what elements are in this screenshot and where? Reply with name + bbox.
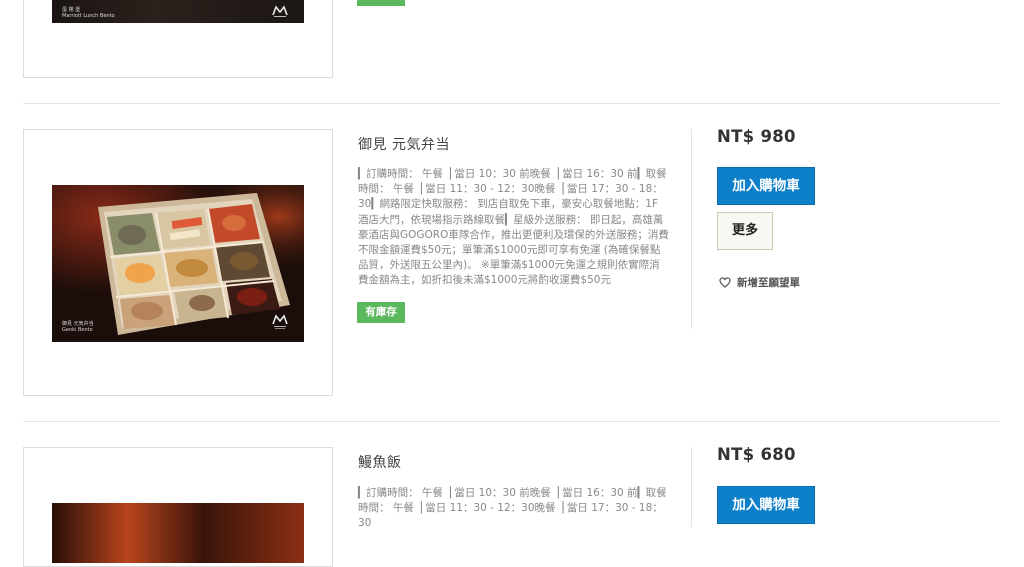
product-price: NT$ 680 <box>717 445 796 464</box>
stock-badge: 有庫存 <box>357 302 405 323</box>
product-image-frame[interactable]: 御見 元気弁当 Genki Bento <box>23 129 333 396</box>
product-description: ▎訂購時間： 午餐▕ 當日 10：30 前晚餐▕ 當日 16：30 前▎取餐時間… <box>358 487 667 530</box>
product-divider <box>23 421 1000 422</box>
column-divider <box>691 129 692 329</box>
heart-outline-icon <box>719 277 731 288</box>
bento-illustration <box>52 185 304 342</box>
column-divider <box>691 447 692 527</box>
photo-caption: 蛋 捲 堡 Marriott Lunch Bento <box>62 7 115 19</box>
more-button[interactable]: 更多 <box>717 212 773 250</box>
product-photo: 蛋 捲 堡 Marriott Lunch Bento <box>52 0 304 23</box>
add-to-cart-button[interactable]: 加入購物車 <box>717 167 815 205</box>
add-to-wishlist-link[interactable]: 新增至願望單 <box>719 275 800 290</box>
marriott-logo-icon <box>272 5 288 17</box>
product-image-frame[interactable] <box>23 447 333 567</box>
product-title[interactable]: 鰻魚飯 <box>358 452 402 472</box>
product-divider <box>23 103 1000 104</box>
product-description: ▎訂購時間： 午餐▕ 當日 10：30 前晚餐▕ 當日 16：30 前▎取餐時間… <box>358 168 669 287</box>
stock-badge-partial <box>357 0 405 6</box>
product-image-frame[interactable]: 蛋 捲 堡 Marriott Lunch Bento <box>23 0 333 78</box>
product-photo: 御見 元気弁当 Genki Bento <box>52 185 304 342</box>
product-photo <box>52 503 304 563</box>
add-to-cart-button[interactable]: 加入購物車 <box>717 486 815 524</box>
photo-caption-line2: Marriott Lunch Bento <box>62 13 115 19</box>
marriott-logo-icon <box>272 314 288 329</box>
product-price: NT$ 980 <box>717 127 796 146</box>
product-title[interactable]: 御見 元気弁当 <box>358 134 450 154</box>
photo-caption-line2: Genki Bento <box>62 327 93 333</box>
wishlist-label: 新增至願望單 <box>737 277 800 289</box>
photo-caption: 御見 元気弁当 Genki Bento <box>62 321 94 333</box>
